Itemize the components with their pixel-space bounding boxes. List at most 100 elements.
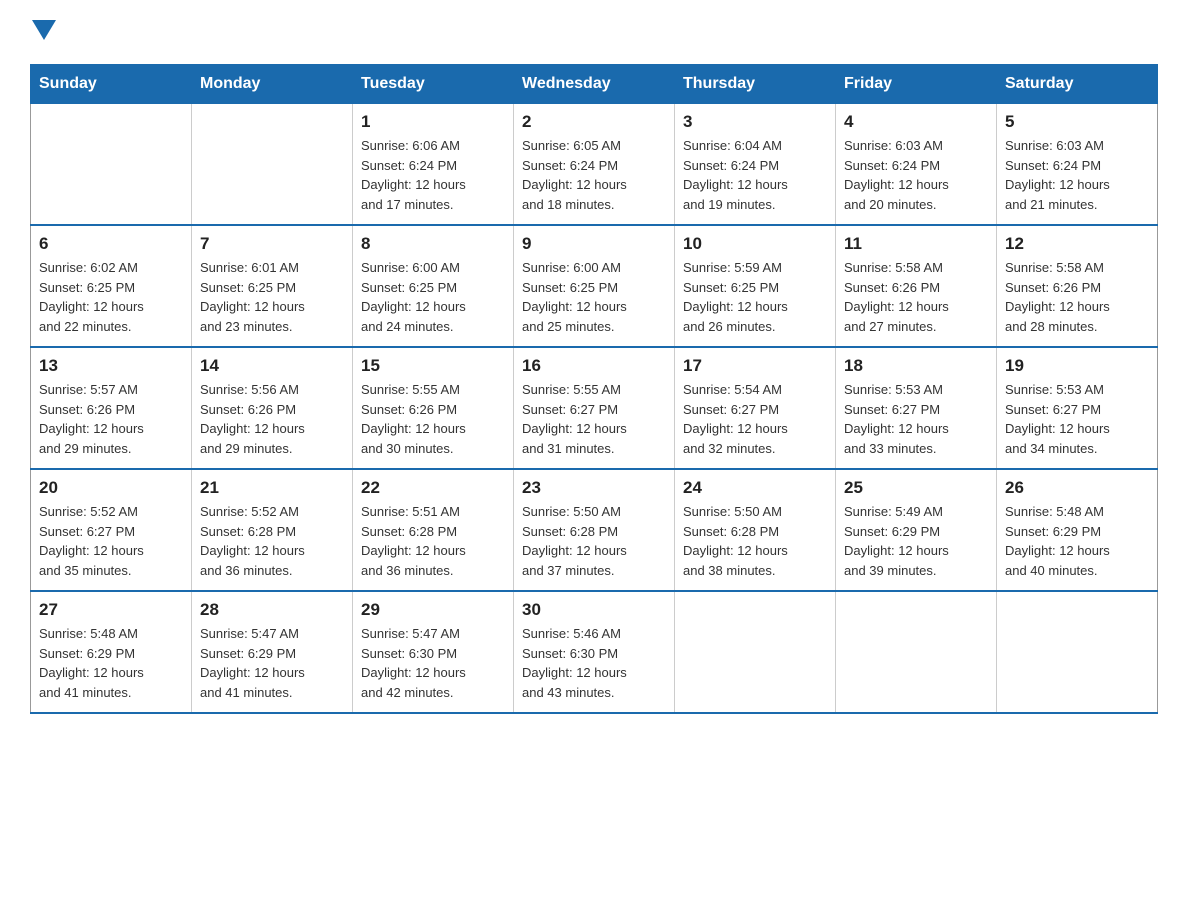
day-info: Sunrise: 5:49 AM Sunset: 6:29 PM Dayligh… <box>844 502 988 580</box>
day-info: Sunrise: 5:48 AM Sunset: 6:29 PM Dayligh… <box>1005 502 1149 580</box>
day-info: Sunrise: 6:00 AM Sunset: 6:25 PM Dayligh… <box>361 258 505 336</box>
day-number: 8 <box>361 234 505 254</box>
calendar-cell: 3Sunrise: 6:04 AM Sunset: 6:24 PM Daylig… <box>675 104 836 226</box>
day-number: 12 <box>1005 234 1149 254</box>
calendar-cell: 30Sunrise: 5:46 AM Sunset: 6:30 PM Dayli… <box>514 591 675 713</box>
calendar-cell: 18 Sunrise: 5:53 AM Sunset: 6:27 PM Dayli… <box>836 347 997 469</box>
day-number: 26 <box>1005 478 1149 498</box>
calendar-cell: 22Sunrise: 5:51 AM Sunset: 6:28 PM Dayli… <box>353 469 514 591</box>
logo-triangle-icon <box>32 20 56 40</box>
day-number: 25 <box>844 478 988 498</box>
weekday-header-saturday: Saturday <box>997 65 1158 104</box>
day-number: 23 <box>522 478 666 498</box>
day-info: Sunrise: 5:59 AM Sunset: 6:25 PM Dayligh… <box>683 258 827 336</box>
day-info: Sunrise: 5:58 AM Sunset: 6:26 PM Dayligh… <box>844 258 988 336</box>
day-number: 9 <box>522 234 666 254</box>
day-number: 6 <box>39 234 183 254</box>
calendar-cell: 11 Sunrise: 5:58 AM Sunset: 6:26 PM Dayli… <box>836 225 997 347</box>
day-number: 11 <box>844 234 988 254</box>
calendar-cell: 24 Sunrise: 5:50 AM Sunset: 6:28 PM Dayli… <box>675 469 836 591</box>
day-number: 13 <box>39 356 183 376</box>
calendar-week-row: 1 Sunrise: 6:06 AM Sunset: 6:24 PM Daylig… <box>31 104 1158 226</box>
day-number: 22 <box>361 478 505 498</box>
day-info: Sunrise: 6:03 AM Sunset: 6:24 PM Dayligh… <box>844 136 988 214</box>
calendar-cell: 26 Sunrise: 5:48 AM Sunset: 6:29 PM Dayli… <box>997 469 1158 591</box>
day-info: Sunrise: 6:03 AM Sunset: 6:24 PM Dayligh… <box>1005 136 1149 214</box>
weekday-header-wednesday: Wednesday <box>514 65 675 104</box>
weekday-header-thursday: Thursday <box>675 65 836 104</box>
day-info: Sunrise: 6:00 AM Sunset: 6:25 PM Dayligh… <box>522 258 666 336</box>
day-number: 18 <box>844 356 988 376</box>
calendar-cell: 6 Sunrise: 6:02 AM Sunset: 6:25 PM Daylig… <box>31 225 192 347</box>
calendar-cell: 23Sunrise: 5:50 AM Sunset: 6:28 PM Dayli… <box>514 469 675 591</box>
calendar-cell: 27 Sunrise: 5:48 AM Sunset: 6:29 PM Dayli… <box>31 591 192 713</box>
calendar-cell: 5 Sunrise: 6:03 AM Sunset: 6:24 PM Daylig… <box>997 104 1158 226</box>
calendar-cell: 17Sunrise: 5:54 AM Sunset: 6:27 PM Dayli… <box>675 347 836 469</box>
day-number: 28 <box>200 600 344 620</box>
day-info: Sunrise: 5:52 AM Sunset: 6:27 PM Dayligh… <box>39 502 183 580</box>
day-number: 21 <box>200 478 344 498</box>
calendar-week-row: 27 Sunrise: 5:48 AM Sunset: 6:29 PM Dayli… <box>31 591 1158 713</box>
calendar-cell: 1 Sunrise: 6:06 AM Sunset: 6:24 PM Daylig… <box>353 104 514 226</box>
calendar-cell: 21 Sunrise: 5:52 AM Sunset: 6:28 PM Dayli… <box>192 469 353 591</box>
weekday-header-row: SundayMondayTuesdayWednesdayThursdayFrid… <box>31 65 1158 104</box>
calendar-cell: 9 Sunrise: 6:00 AM Sunset: 6:25 PM Daylig… <box>514 225 675 347</box>
day-number: 16 <box>522 356 666 376</box>
day-number: 24 <box>683 478 827 498</box>
calendar-cell: 8 Sunrise: 6:00 AM Sunset: 6:25 PM Daylig… <box>353 225 514 347</box>
calendar-cell: 28 Sunrise: 5:47 AM Sunset: 6:29 PM Dayli… <box>192 591 353 713</box>
day-number: 19 <box>1005 356 1149 376</box>
day-number: 4 <box>844 112 988 132</box>
calendar-week-row: 20Sunrise: 5:52 AM Sunset: 6:27 PM Dayli… <box>31 469 1158 591</box>
calendar-cell <box>997 591 1158 713</box>
weekday-header-friday: Friday <box>836 65 997 104</box>
calendar-cell <box>31 104 192 226</box>
page-header <box>30 20 1158 44</box>
day-info: Sunrise: 5:57 AM Sunset: 6:26 PM Dayligh… <box>39 380 183 458</box>
weekday-header-tuesday: Tuesday <box>353 65 514 104</box>
day-info: Sunrise: 6:01 AM Sunset: 6:25 PM Dayligh… <box>200 258 344 336</box>
day-info: Sunrise: 6:04 AM Sunset: 6:24 PM Dayligh… <box>683 136 827 214</box>
day-info: Sunrise: 6:05 AM Sunset: 6:24 PM Dayligh… <box>522 136 666 214</box>
calendar-cell: 15 Sunrise: 5:55 AM Sunset: 6:26 PM Dayli… <box>353 347 514 469</box>
day-info: Sunrise: 5:47 AM Sunset: 6:30 PM Dayligh… <box>361 624 505 702</box>
calendar-cell: 25 Sunrise: 5:49 AM Sunset: 6:29 PM Dayli… <box>836 469 997 591</box>
weekday-header-monday: Monday <box>192 65 353 104</box>
calendar-cell: 14Sunrise: 5:56 AM Sunset: 6:26 PM Dayli… <box>192 347 353 469</box>
calendar-table: SundayMondayTuesdayWednesdayThursdayFrid… <box>30 64 1158 714</box>
calendar-cell <box>836 591 997 713</box>
day-info: Sunrise: 5:47 AM Sunset: 6:29 PM Dayligh… <box>200 624 344 702</box>
calendar-cell: 12 Sunrise: 5:58 AM Sunset: 6:26 PM Dayli… <box>997 225 1158 347</box>
calendar-header: SundayMondayTuesdayWednesdayThursdayFrid… <box>31 65 1158 104</box>
day-number: 15 <box>361 356 505 376</box>
day-info: Sunrise: 6:06 AM Sunset: 6:24 PM Dayligh… <box>361 136 505 214</box>
logo <box>30 20 56 44</box>
day-info: Sunrise: 5:55 AM Sunset: 6:26 PM Dayligh… <box>361 380 505 458</box>
calendar-cell: 13 Sunrise: 5:57 AM Sunset: 6:26 PM Dayli… <box>31 347 192 469</box>
day-info: Sunrise: 5:48 AM Sunset: 6:29 PM Dayligh… <box>39 624 183 702</box>
calendar-cell <box>675 591 836 713</box>
calendar-week-row: 13 Sunrise: 5:57 AM Sunset: 6:26 PM Dayli… <box>31 347 1158 469</box>
day-info: Sunrise: 5:55 AM Sunset: 6:27 PM Dayligh… <box>522 380 666 458</box>
calendar-body: 1 Sunrise: 6:06 AM Sunset: 6:24 PM Daylig… <box>31 104 1158 714</box>
day-number: 14 <box>200 356 344 376</box>
weekday-header-sunday: Sunday <box>31 65 192 104</box>
day-info: Sunrise: 5:53 AM Sunset: 6:27 PM Dayligh… <box>844 380 988 458</box>
day-number: 30 <box>522 600 666 620</box>
day-number: 1 <box>361 112 505 132</box>
day-info: Sunrise: 5:50 AM Sunset: 6:28 PM Dayligh… <box>683 502 827 580</box>
calendar-cell: 16 Sunrise: 5:55 AM Sunset: 6:27 PM Dayli… <box>514 347 675 469</box>
day-info: Sunrise: 5:52 AM Sunset: 6:28 PM Dayligh… <box>200 502 344 580</box>
day-number: 5 <box>1005 112 1149 132</box>
day-info: Sunrise: 6:02 AM Sunset: 6:25 PM Dayligh… <box>39 258 183 336</box>
day-info: Sunrise: 5:58 AM Sunset: 6:26 PM Dayligh… <box>1005 258 1149 336</box>
calendar-cell: 2Sunrise: 6:05 AM Sunset: 6:24 PM Daylig… <box>514 104 675 226</box>
calendar-cell <box>192 104 353 226</box>
day-info: Sunrise: 5:54 AM Sunset: 6:27 PM Dayligh… <box>683 380 827 458</box>
calendar-cell: 29 Sunrise: 5:47 AM Sunset: 6:30 PM Dayli… <box>353 591 514 713</box>
calendar-cell: 20Sunrise: 5:52 AM Sunset: 6:27 PM Dayli… <box>31 469 192 591</box>
day-number: 27 <box>39 600 183 620</box>
day-number: 29 <box>361 600 505 620</box>
day-number: 7 <box>200 234 344 254</box>
calendar-cell: 10Sunrise: 5:59 AM Sunset: 6:25 PM Dayli… <box>675 225 836 347</box>
